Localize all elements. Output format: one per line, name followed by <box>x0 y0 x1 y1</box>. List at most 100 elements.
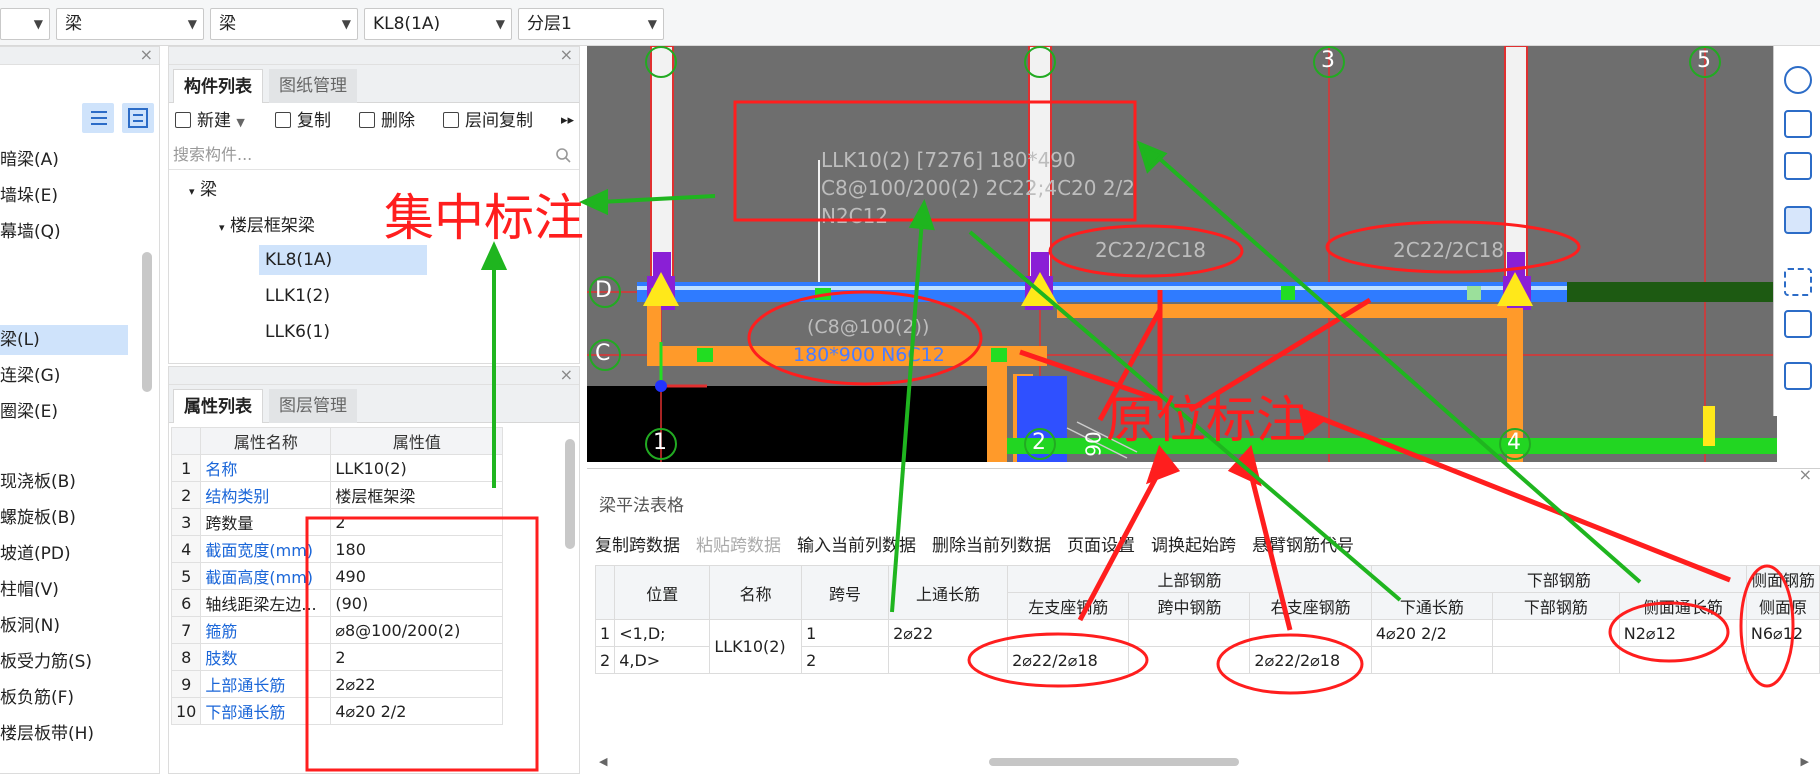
cell-top-through[interactable] <box>888 646 1009 674</box>
nav-item-selected[interactable]: 梁(L) <box>0 325 128 355</box>
nav-item[interactable]: 板受力筋(S) <box>0 647 92 677</box>
horizontal-scrollbar[interactable]: ◀ ▶ <box>599 755 1809 768</box>
component-combo[interactable]: KL8(1A) ▼ <box>364 8 512 40</box>
nav-item[interactable]: 柱帽(V) <box>0 575 59 605</box>
more-tools-icon[interactable]: ▸▸ <box>561 107 574 135</box>
floor-copy-button[interactable]: 层间复制 <box>443 107 533 135</box>
cell-bottom-through[interactable] <box>1370 646 1493 674</box>
cell-side-through[interactable]: N2⌀12 <box>1618 619 1747 647</box>
table-row[interactable]: 1 <1,D; LLK10(2) 1 2⌀22 4⌀20 2/2 N2⌀12 N… <box>594 619 1820 674</box>
cell-top-through[interactable]: 2⌀22 <box>888 619 1009 647</box>
property-value[interactable]: 2⌀22 <box>330 670 504 698</box>
layer-combo[interactable]: 分层1 ▼ <box>518 8 664 40</box>
category-combo[interactable]: 梁 ▼ <box>56 8 204 40</box>
new-button[interactable]: 新建 ▼ <box>175 107 245 137</box>
tab-drawing-manage[interactable]: 图纸管理 <box>269 69 357 103</box>
cell-mid-span[interactable] <box>1128 619 1251 647</box>
nav-item[interactable]: 螺旋板(B) <box>0 503 76 533</box>
tab-layer-manage[interactable]: 图层管理 <box>269 389 357 423</box>
cube-icon[interactable] <box>1784 152 1812 180</box>
nav-item[interactable]: 暗梁(A) <box>0 145 59 175</box>
scroll-thumb[interactable] <box>989 758 1239 766</box>
component-search-input[interactable]: 搜索构件... <box>169 140 579 170</box>
property-value[interactable]: 490 <box>330 562 504 590</box>
nav-item[interactable]: 连梁(G) <box>0 361 60 391</box>
cell-bottom-rebar[interactable] <box>1491 619 1620 647</box>
table-row[interactable]: 2 结构类别 楼层框架梁 <box>170 481 504 509</box>
nav-item[interactable]: 板负筋(F) <box>0 683 74 713</box>
scrollbar[interactable] <box>142 252 152 392</box>
cell-left-support[interactable]: 2⌀22/2⌀18 <box>1007 646 1130 674</box>
tab-property-list[interactable]: 属性列表 <box>173 389 263 423</box>
iso-view-icon[interactable] <box>1784 310 1812 338</box>
property-value[interactable]: 楼层框架梁 <box>330 481 504 509</box>
list-view-icon[interactable] <box>82 103 114 133</box>
page-setup-button[interactable]: 页面设置 <box>1067 536 1135 556</box>
cell-side-orig[interactable] <box>1745 646 1820 674</box>
table-row[interactable]: 8 肢数 2 <box>170 643 504 671</box>
nav-item[interactable]: 板洞(N) <box>0 611 60 641</box>
table-row[interactable]: 10 下部通长筋 4⌀20 2/2 <box>170 697 504 725</box>
nav-item[interactable]: 圈梁(E) <box>0 397 58 427</box>
table-row[interactable]: 4 截面宽度(mm) 180 <box>170 535 504 563</box>
tree-item[interactable]: LLK6(1) <box>265 317 330 347</box>
tree-root[interactable]: ▾ 梁 <box>189 175 217 207</box>
cell-bottom-rebar[interactable] <box>1491 646 1620 674</box>
property-value[interactable]: 2 <box>330 643 504 671</box>
cell-mid-span[interactable] <box>1128 646 1251 674</box>
3d-view-icon[interactable] <box>1784 110 1812 138</box>
cell-right-support[interactable] <box>1249 619 1372 647</box>
cell-span[interactable]: 2 <box>801 646 890 674</box>
property-value[interactable]: 4⌀20 2/2 <box>330 697 504 725</box>
detail-view-icon[interactable] <box>122 103 154 133</box>
nav-item[interactable]: 墙垛(E) <box>0 181 58 211</box>
nav-item[interactable]: 现浇板(B) <box>0 467 76 497</box>
close-icon[interactable]: × <box>560 45 573 64</box>
cell-left-support[interactable] <box>1007 619 1130 647</box>
cell-span[interactable]: 1 <box>801 619 890 647</box>
fit-view-icon[interactable] <box>1784 268 1812 296</box>
nav-item[interactable]: 幕墙(Q) <box>0 217 61 247</box>
layer-view-icon[interactable] <box>1784 362 1812 390</box>
cell-position[interactable]: <1,D; <box>614 619 711 647</box>
table-row[interactable]: 1 名称 LLK10(2) <box>170 454 504 482</box>
property-value[interactable]: (90) <box>330 589 504 617</box>
tab-component-list[interactable]: 构件列表 <box>173 69 263 103</box>
copy-span-button[interactable]: 复制跨数据 <box>595 536 680 556</box>
type-combo[interactable]: 梁 ▼ <box>210 8 358 40</box>
nav-item[interactable]: 坡道(PD) <box>0 539 71 569</box>
search-icon[interactable] <box>555 147 571 167</box>
table-row[interactable]: 9 上部通长筋 2⌀22 <box>170 670 504 698</box>
input-column-button[interactable]: 输入当前列数据 <box>797 536 916 556</box>
orbit-icon[interactable] <box>1784 66 1812 94</box>
table-row[interactable]: 6 轴线距梁左边... (90) <box>170 589 504 617</box>
scroll-right-icon[interactable]: ▶ <box>1801 755 1809 768</box>
swap-span-button[interactable]: 调换起始跨 <box>1151 536 1236 556</box>
property-value[interactable]: 180 <box>330 535 504 563</box>
property-value[interactable]: ⌀8@100/200(2) <box>330 616 504 644</box>
close-icon[interactable]: × <box>140 45 153 64</box>
solid-cube-icon[interactable] <box>1784 206 1812 234</box>
close-icon[interactable]: × <box>1799 465 1812 484</box>
copy-button[interactable]: 复制 <box>275 107 331 135</box>
cell-bottom-through[interactable]: 4⌀20 2/2 <box>1370 619 1493 647</box>
cell-side-through[interactable] <box>1618 646 1747 674</box>
table-row[interactable]: 5 截面高度(mm) 490 <box>170 562 504 590</box>
nav-item[interactable]: 楼层板带(H) <box>0 719 94 749</box>
property-value[interactable]: LLK10(2) <box>330 454 504 482</box>
scroll-left-icon[interactable]: ◀ <box>599 755 607 768</box>
delete-button[interactable]: 删除 <box>359 107 415 135</box>
cell-right-support[interactable]: 2⌀22/2⌀18 <box>1249 646 1372 674</box>
close-icon[interactable]: × <box>560 365 573 384</box>
property-value[interactable]: 2 <box>330 508 504 536</box>
table-row[interactable]: 3 跨数量 2 <box>170 508 504 536</box>
cell-side-orig[interactable]: N6⌀12 <box>1745 619 1820 647</box>
cell-name[interactable]: LLK10(2) <box>709 619 803 674</box>
cell-position[interactable]: 4,D> <box>614 646 711 674</box>
scrollbar[interactable] <box>565 439 575 549</box>
cantilever-code-button[interactable]: 悬臂钢筋代号 <box>1252 536 1354 556</box>
floor-combo[interactable]: ▼ <box>0 8 50 40</box>
tree-group[interactable]: ▾ 楼层框架梁 <box>219 211 315 243</box>
paste-span-button[interactable]: 粘贴跨数据 <box>696 536 781 556</box>
tree-item[interactable]: LLK1(2) <box>265 281 330 311</box>
